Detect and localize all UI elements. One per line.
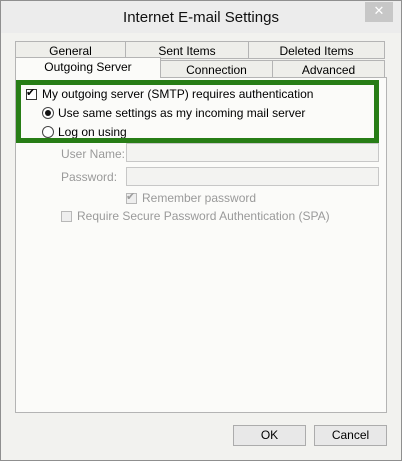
- remember-password-label: Remember password: [142, 191, 257, 205]
- tab-deleted-items[interactable]: Deleted Items: [248, 41, 385, 59]
- internet-email-settings-dialog: Internet E-mail Settings ✕ General Sent …: [0, 0, 402, 461]
- highlight-box: [16, 80, 379, 143]
- username-input[interactable]: [126, 143, 379, 162]
- spa-label: Require Secure Password Authentication (…: [77, 209, 330, 223]
- remember-password-checkbox[interactable]: [126, 190, 137, 204]
- ok-button[interactable]: OK: [233, 425, 306, 446]
- tab-advanced[interactable]: Advanced: [272, 60, 385, 78]
- spa-checkbox[interactable]: [61, 210, 72, 222]
- title-bar[interactable]: Internet E-mail Settings ✕: [1, 1, 401, 33]
- password-input[interactable]: [126, 167, 379, 186]
- cancel-button[interactable]: Cancel: [314, 425, 387, 446]
- close-icon: ✕: [373, 4, 385, 19]
- close-button[interactable]: ✕: [365, 2, 393, 22]
- password-label: Password:: [61, 170, 118, 184]
- spa-option[interactable]: Require Secure Password Authentication (…: [61, 209, 330, 223]
- remember-password-option[interactable]: Remember password: [126, 190, 257, 205]
- window-title: Internet E-mail Settings: [123, 9, 279, 26]
- username-label: User Name:: [61, 147, 126, 161]
- tab-connection[interactable]: Connection: [160, 60, 273, 78]
- tab-outgoing-server[interactable]: Outgoing Server: [15, 57, 161, 78]
